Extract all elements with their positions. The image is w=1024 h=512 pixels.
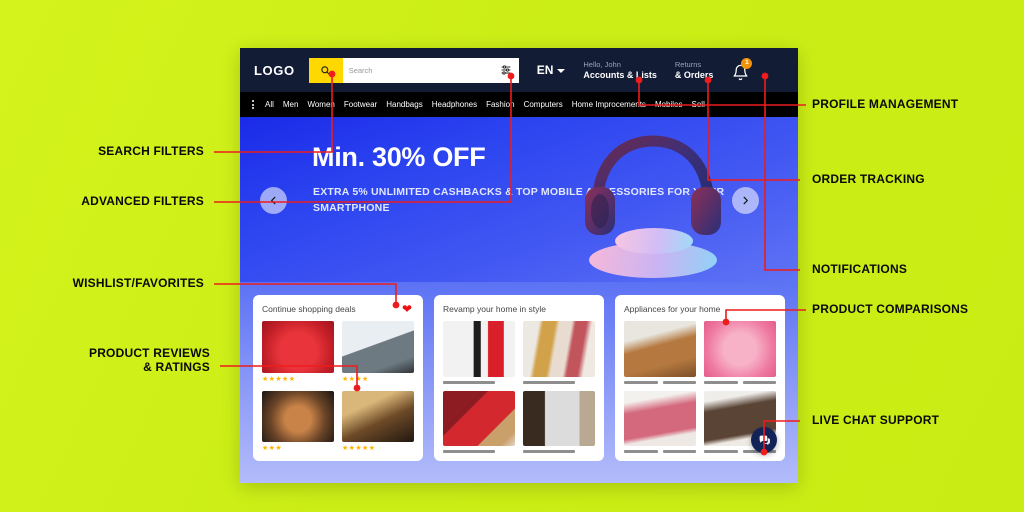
hero-title: Min. 30% OFF — [312, 142, 486, 172]
search-input[interactable] — [342, 57, 493, 83]
nav-item-footwear[interactable]: Footwear — [344, 100, 377, 109]
product-thumbnail — [342, 321, 414, 373]
notification-badge: 1 — [741, 58, 753, 69]
product-tile[interactable]: ★★★★ — [342, 321, 414, 384]
annotation-search-filters: SEARCH FILTERS — [98, 144, 204, 158]
placeholder-bars — [624, 450, 696, 453]
product-thumbnail — [443, 321, 515, 377]
annotation-wishlist-favorites: WISHLIST/FAVORITES — [72, 276, 204, 290]
orders-label: & Orders — [674, 69, 714, 80]
product-thumbnail — [443, 390, 515, 446]
placeholder-bars — [704, 380, 776, 384]
product-thumbnail — [523, 390, 595, 446]
nav-item-handbags[interactable]: Handbags — [386, 100, 422, 109]
annotation-product-reviews-ratings: PRODUCT REVIEWS & RATINGS — [88, 346, 210, 374]
product-tile[interactable]: ★★★ — [262, 390, 334, 454]
returns-label: Returns — [674, 59, 702, 69]
star-rating: ★★★★★ — [342, 445, 376, 452]
product-grid — [443, 321, 595, 453]
card-title: Appliances for your home — [624, 304, 721, 314]
placeholder-bars — [443, 450, 515, 453]
nav-item-headphones[interactable]: Headphones — [432, 100, 477, 109]
chevron-left-icon — [271, 196, 276, 205]
product-thumbnail — [262, 390, 334, 442]
chat-fab[interactable] — [751, 427, 777, 453]
product-tile[interactable] — [443, 390, 515, 453]
nav-item-women[interactable]: Women — [307, 100, 334, 109]
notification-bell[interactable]: 1 — [729, 58, 753, 81]
product-thumbnail — [624, 321, 696, 377]
account-greeting: Hello, John — [583, 59, 621, 69]
nav-item-computers[interactable]: Computers — [524, 100, 563, 109]
annotation-notifications: NOTIFICATIONS — [812, 262, 908, 276]
chat-bubble-icon — [759, 435, 770, 445]
hero-product-image — [563, 125, 743, 280]
placeholder-bars — [523, 380, 595, 384]
nav-item-fashion[interactable]: Fashion — [486, 100, 514, 109]
heart-button[interactable]: ❤ — [402, 303, 412, 315]
star-rating: ★★★ — [262, 445, 283, 452]
card-revamp-home[interactable]: Revamp your home in style — [434, 295, 604, 461]
account-menu[interactable]: Hello, John Accounts & Lists — [583, 60, 657, 81]
product-thumbnail — [342, 390, 414, 442]
search-icon — [321, 65, 331, 75]
product-tile[interactable] — [624, 321, 696, 384]
product-tile[interactable]: ★★★★★ — [262, 321, 334, 384]
cards-strip: Continue shopping deals ❤ ★★★★★ ★★★★ ★★★ — [240, 282, 798, 483]
account-label: Accounts & Lists — [583, 69, 657, 80]
site-logo[interactable]: LOGO — [254, 63, 295, 78]
carousel-prev-button[interactable] — [260, 187, 287, 214]
site-header: LOGO EN Hello, John Accounts & Lists — [240, 48, 798, 92]
language-selector[interactable]: EN — [537, 63, 566, 77]
filter-button[interactable] — [493, 58, 519, 83]
nav-item-all[interactable]: All — [265, 100, 274, 109]
star-rating: ★★★★★ — [262, 375, 296, 383]
product-tile[interactable] — [704, 321, 776, 384]
placeholder-bars — [624, 380, 696, 384]
product-thumbnail — [262, 321, 334, 373]
headphones-icon — [585, 135, 721, 235]
product-grid: ★★★★★ ★★★★ ★★★ ★★★★★ — [262, 321, 414, 453]
product-tile[interactable] — [523, 390, 595, 453]
annotation-advanced-filters: ADVANCED FILTERS — [81, 194, 204, 208]
placeholder-bars — [523, 450, 595, 453]
annotation-product-comparisons: PRODUCT COMPARISONS — [812, 302, 969, 316]
sliders-filter-icon — [501, 65, 511, 75]
nav-item-men[interactable]: Men — [283, 100, 299, 109]
search-bar — [308, 57, 519, 83]
browser-mockup: LOGO EN Hello, John Accounts & Lists — [240, 48, 798, 483]
card-appliances[interactable]: Appliances for your home — [615, 295, 785, 461]
language-label: EN — [536, 63, 554, 77]
placeholder-bars — [443, 380, 515, 384]
kebab-menu-icon[interactable] — [252, 100, 254, 109]
nav-item-mobiles[interactable]: Mobiles — [655, 100, 683, 109]
product-tile[interactable]: ★★★★★ — [342, 390, 414, 454]
product-tile[interactable] — [443, 321, 515, 384]
search-button[interactable] — [308, 57, 343, 83]
product-tile[interactable] — [523, 321, 595, 384]
product-thumbnail — [624, 390, 696, 446]
returns-orders[interactable]: Returns & Orders — [675, 60, 714, 81]
nav-item-sell[interactable]: Sell — [692, 100, 705, 109]
card-title: Continue shopping deals — [262, 304, 356, 314]
annotation-profile-management: PROFILE MANAGEMENT — [812, 97, 959, 111]
annotation-order-tracking: ORDER TRACKING — [812, 172, 925, 186]
annotation-live-chat-support: LIVE CHAT SUPPORT — [812, 413, 940, 427]
hero-banner: Min. 30% OFF EXTRA 5% UNLIMITED CASHBACK… — [240, 117, 798, 282]
card-title: Revamp your home in style — [443, 304, 546, 314]
nav-item-home-improvements[interactable]: Home Improcements — [572, 100, 646, 109]
product-thumbnail — [523, 321, 595, 377]
product-tile[interactable] — [624, 390, 696, 453]
chevron-down-icon — [557, 69, 566, 73]
card-continue-shopping[interactable]: Continue shopping deals ❤ ★★★★★ ★★★★ ★★★ — [253, 295, 423, 461]
star-rating: ★★★★ — [342, 375, 369, 383]
product-thumbnail — [704, 321, 776, 377]
category-nav: All Men Women Footwear Handbags Headphon… — [240, 92, 798, 117]
